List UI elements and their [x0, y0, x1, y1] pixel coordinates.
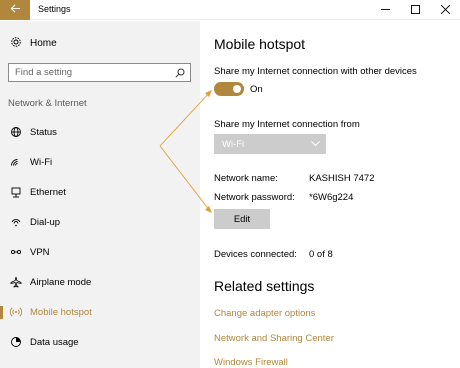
network-name-value: KASHISH 7472 — [309, 173, 375, 184]
gear-icon — [10, 36, 30, 51]
hotspot-icon — [10, 306, 22, 318]
main-panel: Mobile hotspot Share my Internet connect… — [200, 21, 460, 368]
sidebar-item-label: Data usage — [30, 336, 79, 348]
ethernet-icon — [10, 186, 22, 198]
minimize-icon — [380, 1, 390, 19]
title-bar: Settings — [0, 0, 460, 20]
sidebar-item-label: Status — [30, 126, 57, 138]
sidebar-nav: Status Wi-Fi Ethernet Dial-up VPN Airpla… — [0, 117, 200, 357]
network-password-value: *6W6g224 — [309, 192, 354, 203]
toggle-knob — [233, 85, 241, 93]
sidebar-item-vpn[interactable]: VPN — [0, 237, 200, 267]
network-name-label: Network name: — [214, 173, 278, 184]
network-sharing-center-link[interactable]: Network and Sharing Center — [214, 333, 334, 344]
section-label: Network & Internet — [8, 98, 87, 109]
sidebar-item-label: Airplane mode — [30, 276, 92, 288]
share-connection-label: Share my Internet connection with other … — [214, 66, 417, 77]
sidebar: Home Network & Internet Status Wi-Fi Eth… — [0, 21, 200, 368]
share-from-value: Wi-Fi — [222, 138, 245, 150]
close-button[interactable] — [430, 0, 460, 20]
maximize-icon — [410, 1, 420, 19]
network-password-label: Network password: — [214, 192, 295, 203]
share-from-dropdown[interactable]: Wi-Fi — [214, 134, 326, 154]
sidebar-item-label: Dial-up — [30, 216, 61, 228]
home-label: Home — [30, 38, 57, 49]
data-usage-icon — [10, 336, 22, 348]
sidebar-item-label: Mobile hotspot — [30, 306, 92, 318]
window-title: Settings — [38, 4, 71, 14]
back-button[interactable] — [0, 0, 30, 20]
wifi-icon — [10, 156, 22, 168]
globe-icon — [10, 126, 22, 138]
windows-firewall-link[interactable]: Windows Firewall — [214, 357, 288, 368]
maximize-button[interactable] — [400, 0, 430, 20]
edit-button[interactable]: Edit — [214, 209, 270, 229]
sidebar-item-mobile-hotspot[interactable]: Mobile hotspot — [0, 297, 200, 327]
page-title: Mobile hotspot — [214, 36, 306, 52]
dialup-icon — [10, 216, 22, 228]
sidebar-item-home[interactable]: Home — [10, 36, 57, 51]
search-box[interactable] — [8, 63, 191, 82]
sidebar-item-status[interactable]: Status — [0, 117, 200, 147]
sidebar-item-label: VPN — [30, 246, 50, 258]
sidebar-item-ethernet[interactable]: Ethernet — [0, 177, 200, 207]
share-from-label: Share my Internet connection from — [214, 119, 360, 130]
hotspot-toggle[interactable] — [214, 82, 244, 96]
sidebar-item-label: Wi-Fi — [30, 156, 53, 168]
arrow-left-icon — [10, 1, 21, 19]
search-input[interactable] — [15, 67, 170, 78]
vpn-icon — [10, 246, 22, 258]
sidebar-item-airplane-mode[interactable]: Airplane mode — [0, 267, 200, 297]
change-adapter-options-link[interactable]: Change adapter options — [214, 308, 315, 319]
toggle-state-label: On — [250, 84, 263, 95]
close-icon — [440, 1, 450, 19]
sidebar-item-wifi[interactable]: Wi-Fi — [0, 147, 200, 177]
sidebar-item-data-usage[interactable]: Data usage — [0, 327, 200, 357]
devices-connected-label: Devices connected: — [214, 249, 297, 260]
sidebar-item-dialup[interactable]: Dial-up — [0, 207, 200, 237]
minimize-button[interactable] — [370, 0, 400, 20]
related-settings-title: Related settings — [214, 278, 315, 294]
devices-connected-value: 0 of 8 — [309, 249, 333, 260]
airplane-icon — [10, 276, 22, 288]
sidebar-item-label: Ethernet — [30, 186, 66, 198]
